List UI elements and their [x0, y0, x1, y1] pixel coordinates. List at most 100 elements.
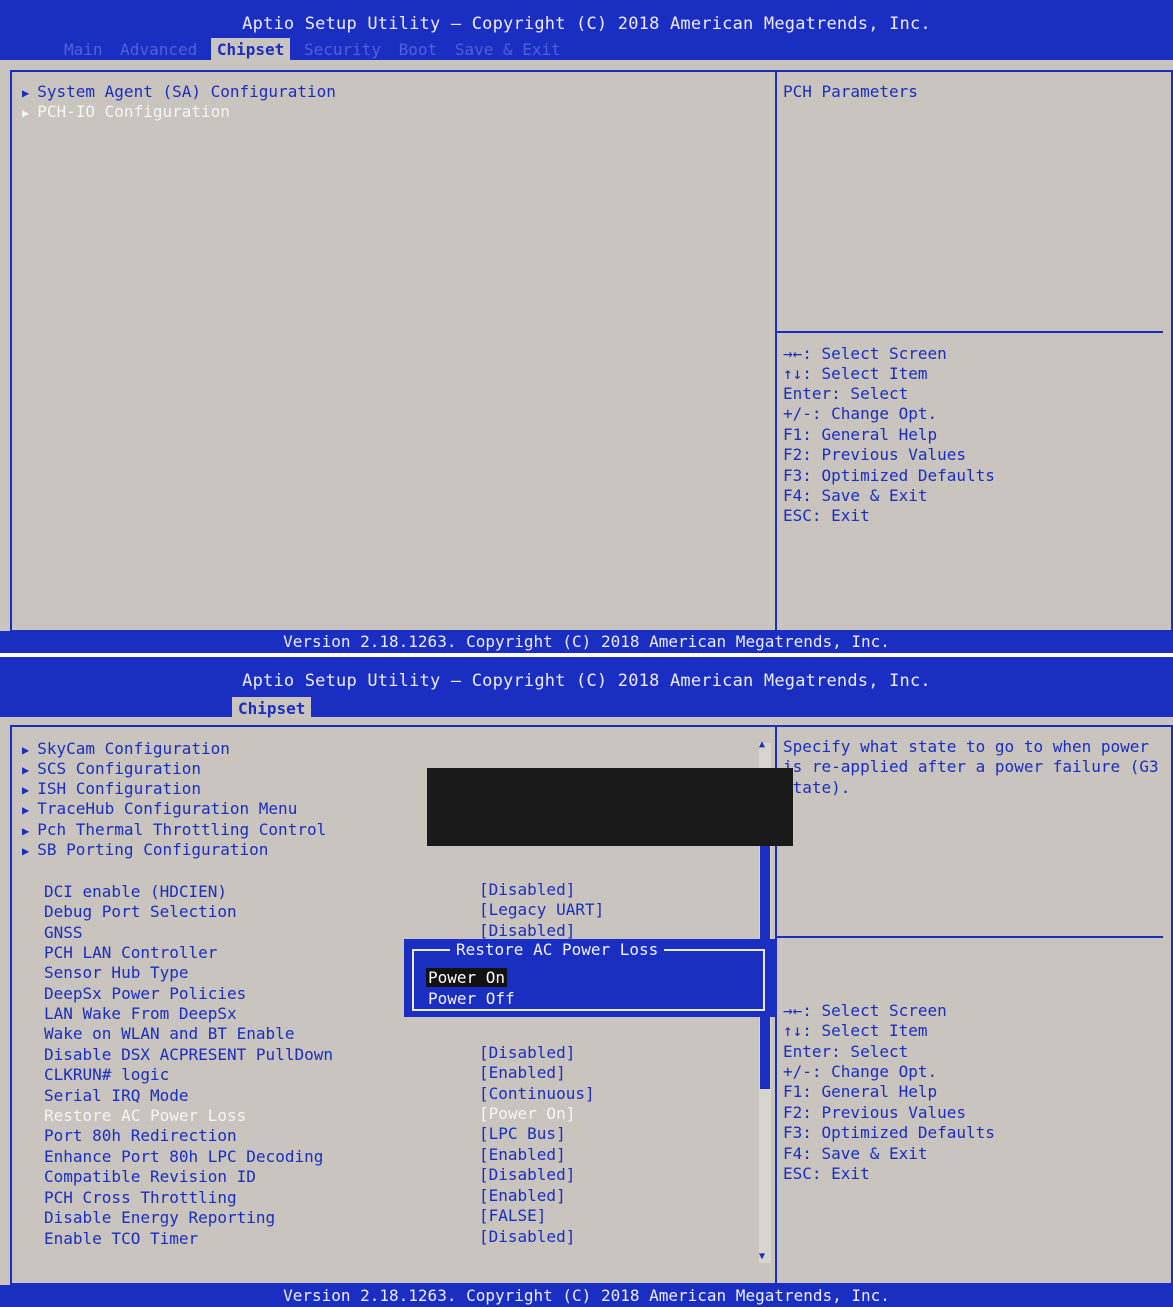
help-line: ↑↓: Select Item — [783, 364, 928, 383]
menu-item-label: System Agent (SA) Configuration — [37, 82, 336, 101]
help-divider — [777, 936, 1163, 938]
setting-label[interactable]: Enhance Port 80h LPC Decoding — [44, 1147, 323, 1166]
submenu-arrow-icon: ▶ — [22, 86, 30, 100]
submenu-arrow-icon: ▶ — [22, 743, 30, 757]
menu-item-label: PCH-IO Configuration — [37, 102, 230, 121]
submenu-sb-porting[interactable]: ▶ SB Porting Configuration — [22, 840, 268, 859]
tab-bar: Main Advanced Chipset Security Boot Save… — [60, 38, 565, 61]
setting-label[interactable]: Debug Port Selection — [44, 902, 237, 921]
submenu-arrow-icon: ▶ — [22, 106, 30, 120]
setting-value-selected[interactable]: [Power On] — [479, 1104, 575, 1123]
submenu-label: SCS Configuration — [37, 759, 201, 778]
help-line: Enter: Select — [783, 384, 909, 403]
item-description: PCH Parameters — [783, 82, 918, 101]
setting-label[interactable]: Disable Energy Reporting — [44, 1208, 275, 1227]
help-line: Enter: Select — [783, 1042, 909, 1061]
help-line: ESC: Exit — [783, 506, 870, 525]
setting-value[interactable]: [Disabled] — [479, 1043, 575, 1062]
submenu-label: Pch Thermal Throttling Control — [37, 820, 327, 839]
bios-screen-pch-io: Aptio Setup Utility – Copyright (C) 2018… — [0, 657, 1173, 1307]
scroll-down-icon[interactable]: ▼ — [759, 1251, 765, 1262]
setting-value[interactable]: [Enabled] — [479, 1145, 566, 1164]
submenu-label: TraceHub Configuration Menu — [37, 799, 298, 818]
help-line: →←: Select Screen — [783, 344, 947, 363]
setting-label[interactable]: Sensor Hub Type — [44, 963, 189, 982]
tab-bar: Chipset — [232, 697, 312, 720]
tab-save-exit[interactable]: Save & Exit — [451, 40, 565, 59]
tab-chipset[interactable]: Chipset — [232, 697, 312, 720]
setting-label[interactable]: Disable DSX ACPRESENT PullDown — [44, 1045, 333, 1064]
tab-chipset[interactable]: Chipset — [210, 38, 291, 61]
tab-boot[interactable]: Boot — [395, 40, 442, 59]
setting-label[interactable]: GNSS — [44, 923, 83, 942]
setting-value[interactable]: [FALSE] — [479, 1206, 546, 1225]
setting-label-selected[interactable]: Restore AC Power Loss — [44, 1106, 246, 1125]
setting-label[interactable]: DCI enable (HDCIEN) — [44, 882, 227, 901]
submenu-scs[interactable]: ▶ SCS Configuration — [22, 759, 201, 778]
help-line: F3: Optimized Defaults — [783, 1123, 995, 1142]
submenu-label: ISH Configuration — [37, 779, 201, 798]
popup-shadow — [427, 768, 793, 846]
utility-title: Aptio Setup Utility – Copyright (C) 2018… — [242, 671, 931, 691]
setting-value[interactable]: [Enabled] — [479, 1063, 566, 1082]
menu-item-system-agent[interactable]: ▶ System Agent (SA) Configuration — [22, 82, 336, 101]
setting-label[interactable]: Enable TCO Timer — [44, 1229, 198, 1248]
help-divider — [777, 331, 1163, 333]
setting-value[interactable]: [Enabled] — [479, 1186, 566, 1205]
tab-main[interactable]: Main — [60, 40, 107, 59]
submenu-label: SB Porting Configuration — [37, 840, 269, 859]
submenu-thermal-throttling[interactable]: ▶ Pch Thermal Throttling Control — [22, 820, 326, 839]
help-line: +/-: Change Opt. — [783, 404, 938, 423]
help-line: F4: Save & Exit — [783, 1144, 928, 1163]
submenu-skycam[interactable]: ▶ SkyCam Configuration — [22, 739, 230, 758]
popup-option-power-on[interactable]: Power On — [426, 968, 508, 987]
bios-screen-chipset: Aptio Setup Utility – Copyright (C) 2018… — [0, 0, 1173, 653]
setting-value[interactable]: [Disabled] — [479, 1165, 575, 1184]
setting-value[interactable]: [Legacy UART] — [479, 900, 604, 919]
setting-value[interactable]: [Disabled] — [479, 921, 575, 940]
submenu-ish[interactable]: ▶ ISH Configuration — [22, 779, 201, 798]
popup-title: Restore AC Power Loss — [450, 940, 665, 959]
help-line: F2: Previous Values — [783, 1103, 967, 1122]
help-line: →←: Select Screen — [783, 1001, 947, 1020]
footer-bar: Version 2.18.1263. Copyright (C) 2018 Am… — [0, 1285, 1173, 1307]
tab-advanced[interactable]: Advanced — [116, 40, 201, 59]
popup-option-power-off[interactable]: Power Off — [426, 989, 517, 1008]
help-line: F1: General Help — [783, 1082, 938, 1101]
setting-label[interactable]: CLKRUN# logic — [44, 1065, 169, 1084]
scroll-up-icon[interactable]: ▲ — [759, 739, 765, 750]
item-description: Specify what state to go to when power i… — [783, 737, 1159, 797]
help-line: ESC: Exit — [783, 1164, 870, 1183]
setting-label[interactable]: LAN Wake From DeepSx — [44, 1004, 237, 1023]
submenu-arrow-icon: ▶ — [22, 824, 30, 838]
panel-divider — [775, 70, 777, 632]
help-line: F4: Save & Exit — [783, 486, 928, 505]
help-line: +/-: Change Opt. — [783, 1062, 938, 1081]
setting-value[interactable]: [Disabled] — [479, 1227, 575, 1246]
setting-label[interactable]: PCH LAN Controller — [44, 943, 217, 962]
setting-label[interactable]: PCH Cross Throttling — [44, 1188, 237, 1207]
setting-label[interactable]: Port 80h Redirection — [44, 1126, 237, 1145]
tab-security[interactable]: Security — [300, 40, 385, 59]
submenu-arrow-icon: ▶ — [22, 783, 30, 797]
setting-label[interactable]: DeepSx Power Policies — [44, 984, 246, 1003]
header-bar: Aptio Setup Utility – Copyright (C) 2018… — [0, 657, 1173, 720]
footer-bar: Version 2.18.1263. Copyright (C) 2018 Am… — [0, 631, 1173, 653]
setting-label[interactable]: Wake on WLAN and BT Enable — [44, 1024, 294, 1043]
submenu-label: SkyCam Configuration — [37, 739, 230, 758]
submenu-tracehub[interactable]: ▶ TraceHub Configuration Menu — [22, 799, 297, 818]
setting-label[interactable]: Compatible Revision ID — [44, 1167, 256, 1186]
help-line: F3: Optimized Defaults — [783, 466, 995, 485]
setting-value[interactable]: [Disabled] — [479, 880, 575, 899]
setting-value[interactable]: [Continuous] — [479, 1084, 595, 1103]
header-bar: Aptio Setup Utility – Copyright (C) 2018… — [0, 0, 1173, 61]
main-frame — [10, 70, 1173, 632]
setting-label[interactable]: Serial IRQ Mode — [44, 1086, 189, 1105]
submenu-arrow-icon: ▶ — [22, 763, 30, 777]
help-line: ↑↓: Select Item — [783, 1021, 928, 1040]
restore-ac-power-loss-popup: Restore AC Power Loss Power On Power Off — [404, 939, 775, 1017]
setting-value[interactable]: [LPC Bus] — [479, 1124, 566, 1143]
menu-item-pch-io[interactable]: ▶ PCH-IO Configuration — [22, 102, 230, 121]
submenu-arrow-icon: ▶ — [22, 803, 30, 817]
submenu-arrow-icon: ▶ — [22, 844, 30, 858]
